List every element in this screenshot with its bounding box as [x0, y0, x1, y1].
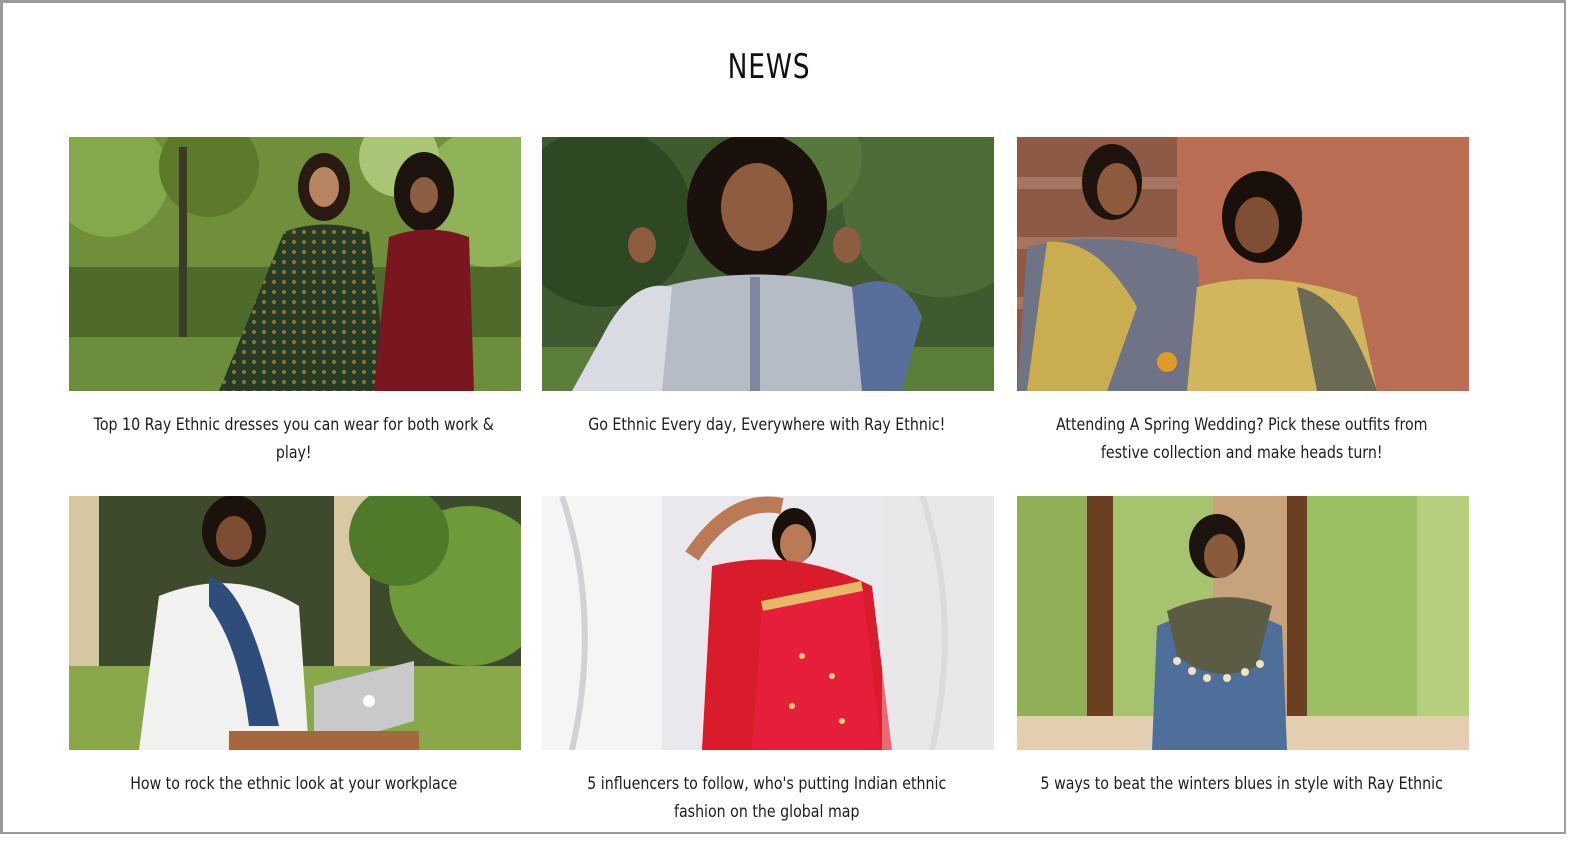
news-image[interactable]	[69, 137, 521, 391]
section-title: NEWS	[727, 47, 811, 87]
news-card[interactable]: 5 ways to beat the winters blues in styl…	[1017, 496, 1469, 798]
news-title[interactable]: Top 10 Ray Ethnic dresses you can wear f…	[92, 411, 496, 467]
news-title[interactable]: 5 influencers to follow, who's putting I…	[565, 770, 969, 826]
news-image[interactable]	[542, 496, 994, 750]
news-image[interactable]	[69, 496, 521, 750]
news-card[interactable]: How to rock the ethnic look at your work…	[69, 496, 521, 798]
news-title[interactable]: Go Ethnic Every day, Everywhere with Ray…	[565, 411, 969, 439]
news-image[interactable]	[1017, 496, 1469, 750]
news-card[interactable]: Top 10 Ray Ethnic dresses you can wear f…	[69, 137, 521, 467]
news-title[interactable]: Attending A Spring Wedding? Pick these o…	[1040, 411, 1444, 467]
news-title[interactable]: 5 ways to beat the winters blues in styl…	[1040, 770, 1444, 798]
news-image[interactable]	[542, 137, 994, 391]
news-image[interactable]	[1017, 137, 1469, 391]
news-card[interactable]: Attending A Spring Wedding? Pick these o…	[1017, 137, 1469, 467]
page-frame: NEWS Top 10 Ray Ethnic dresses you can w…	[0, 0, 1566, 834]
news-card[interactable]: Go Ethnic Every day, Everywhere with Ray…	[542, 137, 994, 439]
news-title[interactable]: How to rock the ethnic look at your work…	[92, 770, 496, 798]
news-card[interactable]: 5 influencers to follow, who's putting I…	[542, 496, 994, 826]
